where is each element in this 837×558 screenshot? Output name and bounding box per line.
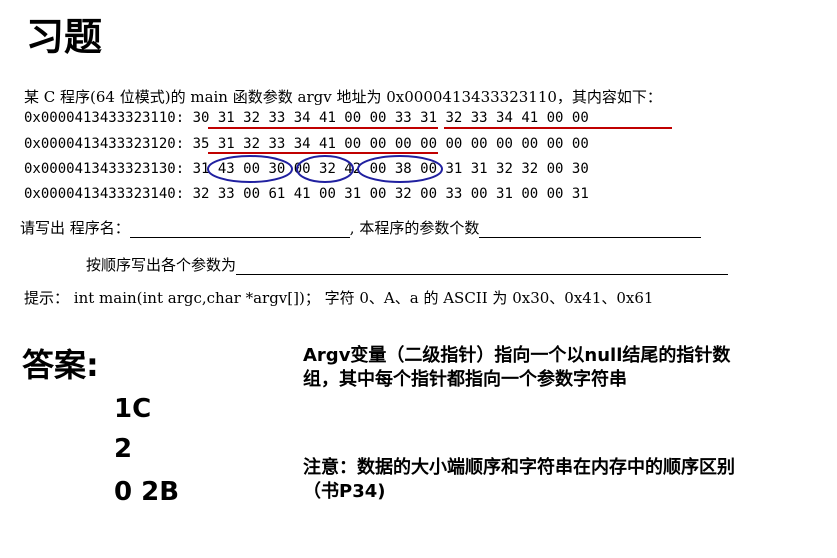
question-arguments: 按顺序写出各个参数为 — [86, 254, 729, 275]
memory-row: 0x0000413433323130: 31 43 00 30 00 32 42… — [24, 161, 589, 177]
intro-text: 某 C 程序(64 位模式)的 main 函数参数 argv 地址为 0x000… — [24, 88, 662, 106]
hint-text: 提示： int main(int argc,char *argv[])； 字符 … — [24, 289, 654, 307]
answer-label: 答案: — [22, 346, 99, 384]
answer-blank-argc — [479, 223, 702, 238]
answer-arguments: 0 2B — [114, 477, 180, 507]
memory-row: 0x0000413433323120: 35 31 32 33 34 41 00… — [24, 136, 589, 152]
memory-row: 0x0000413433323140: 32 33 00 61 41 00 31… — [24, 186, 589, 202]
memory-address: 0x0000413433323120: — [24, 136, 185, 152]
memory-bytes: 30 31 32 33 34 41 00 00 33 31 32 33 34 4… — [192, 110, 589, 126]
memory-address: 0x0000413433323140: — [24, 186, 185, 202]
question-label: 按顺序写出各个参数为 — [86, 256, 237, 274]
memory-bytes: 32 33 00 61 41 00 31 00 32 00 33 00 31 0… — [192, 186, 589, 202]
note-argv: Argv变量（二级指针）指向一个以null结尾的指针数组，其中每个指针都指向一个… — [303, 345, 731, 390]
memory-bytes: 31 43 00 30 00 32 42 00 38 00 31 31 32 3… — [192, 161, 589, 177]
memory-address: 0x0000413433323110: — [24, 110, 185, 126]
memory-bytes: 35 31 32 33 34 41 00 00 00 00 00 00 00 0… — [192, 136, 589, 152]
memory-address: 0x0000413433323130: — [24, 161, 185, 177]
question-label-argc: , 本程序的参数个数 — [349, 219, 480, 237]
question-program-name: 请写出 程序名： , 本程序的参数个数 — [20, 217, 702, 238]
answer-blank-arguments — [236, 260, 729, 275]
answer-program-name: 1C — [114, 394, 152, 424]
memory-row: 0x0000413433323110: 30 31 32 33 34 41 00… — [24, 110, 589, 126]
note-endianness: 注意：数据的大小端顺序和字符串在内存中的顺序区别（书P34) — [303, 457, 735, 502]
question-label: 请写出 程序名： — [20, 219, 130, 237]
answer-argc: 2 — [114, 434, 133, 464]
page-title: 习题 — [26, 15, 103, 59]
answer-blank-program-name — [129, 223, 350, 238]
